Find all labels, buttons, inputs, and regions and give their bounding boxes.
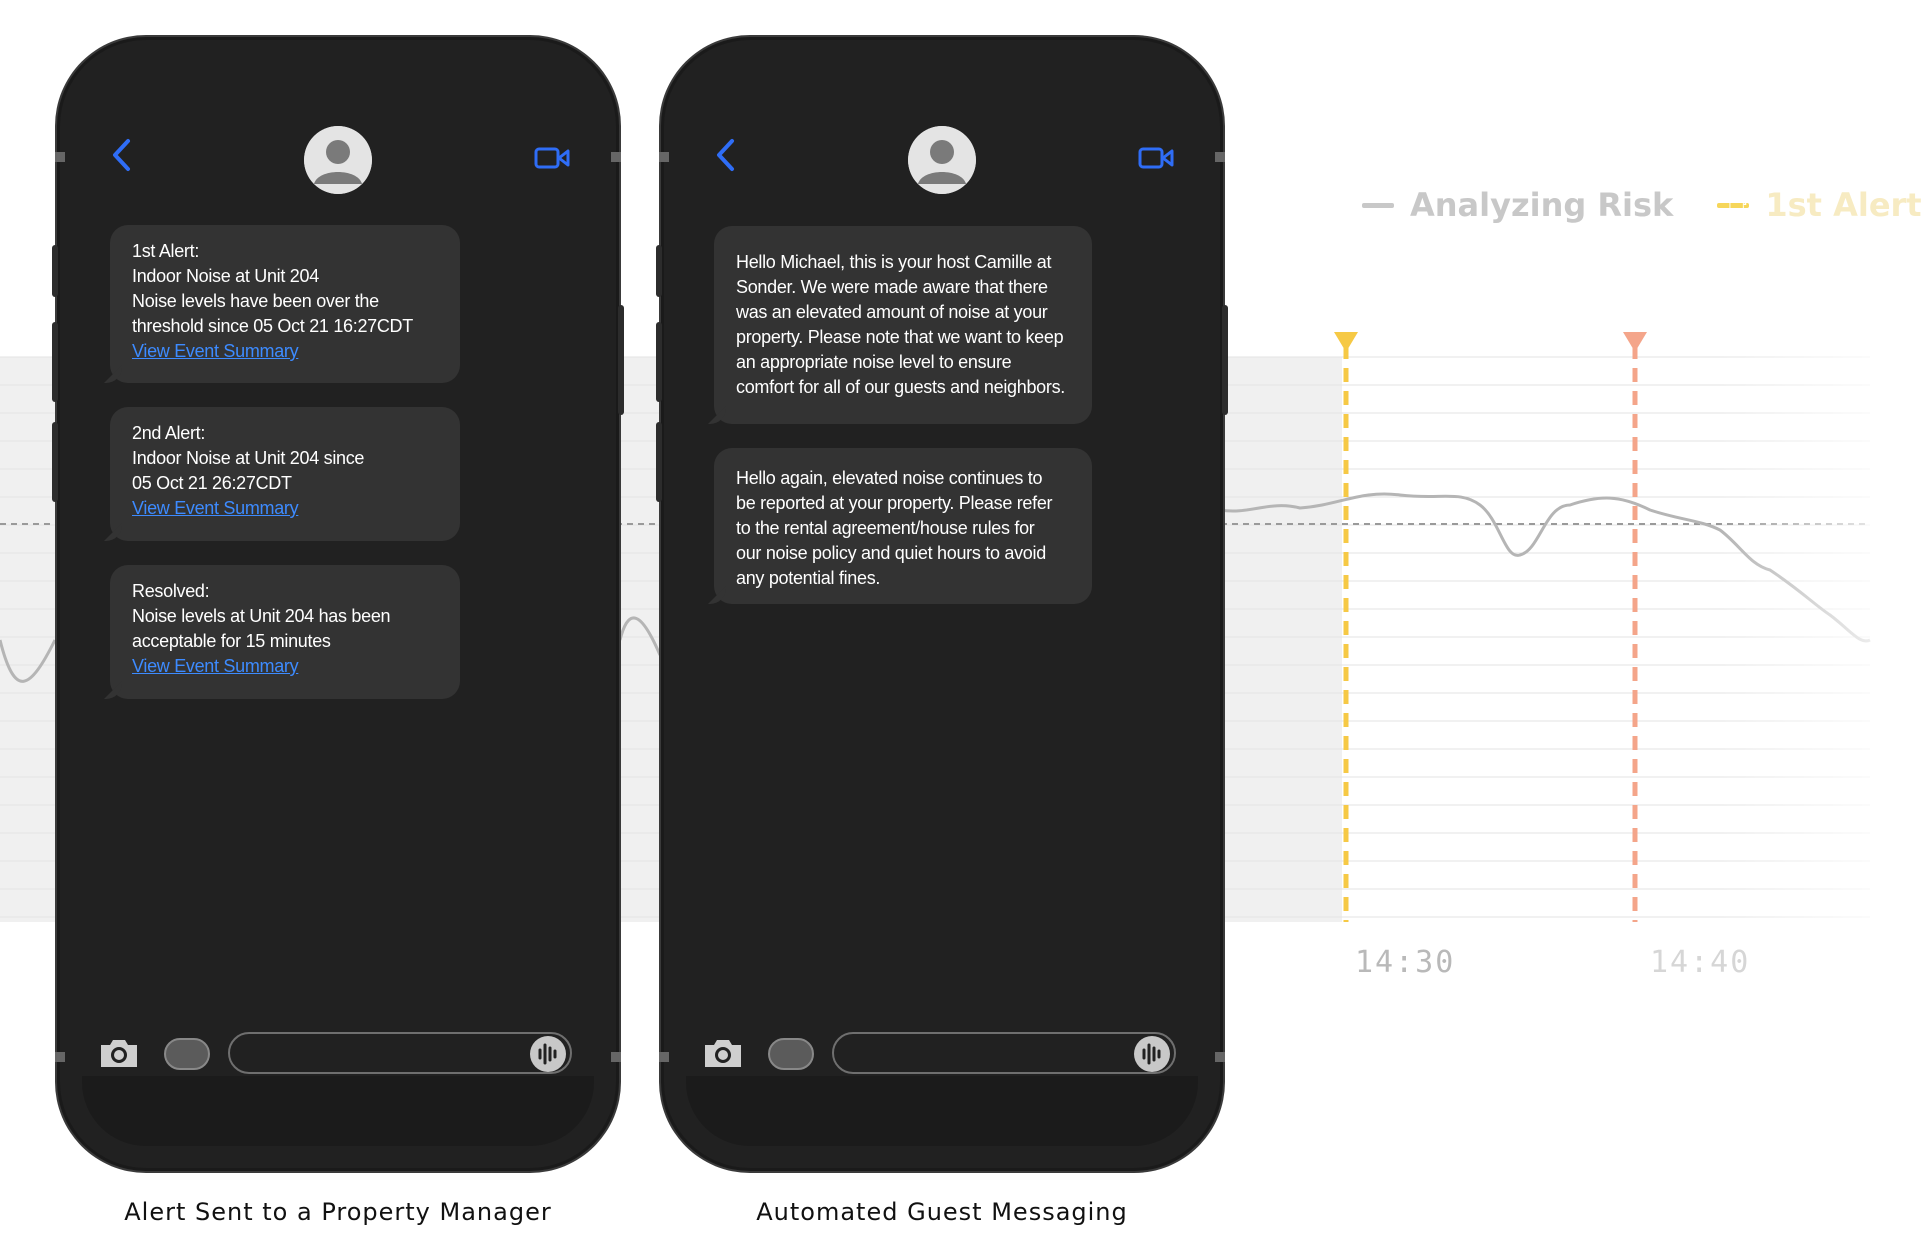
message-line: comfort for all of our guests and neighb… xyxy=(736,377,1065,397)
message-line: threshold since 05 Oct 21 16:27CDT xyxy=(132,316,413,336)
message-composer xyxy=(702,1032,1182,1080)
message-line: our noise policy and quiet hours to avoi… xyxy=(736,543,1046,563)
phone-side-button xyxy=(656,245,662,297)
message-line: 05 Oct 21 26:27CDT xyxy=(132,473,292,493)
bubble-tail xyxy=(104,523,122,541)
view-event-summary-link[interactable]: View Event Summary xyxy=(132,496,438,521)
bubble-tail xyxy=(104,365,122,383)
message-line: any potential fines. xyxy=(736,568,881,588)
audio-record-button[interactable] xyxy=(1134,1036,1170,1072)
video-call-icon[interactable] xyxy=(534,146,570,170)
message-bubble-second-alert: 2nd Alert: Indoor Noise at Unit 204 sinc… xyxy=(104,407,460,541)
view-event-summary-link[interactable]: View Event Summary xyxy=(132,339,438,364)
back-chevron-icon[interactable] xyxy=(714,138,736,172)
caption-property-manager: Alert Sent to a Property Manager xyxy=(124,1198,552,1226)
phone-side-button xyxy=(1222,305,1228,415)
view-event-summary-link[interactable]: View Event Summary xyxy=(132,654,438,679)
selection-handle xyxy=(55,1052,65,1062)
legend-swatch-analyzing-risk xyxy=(1362,202,1394,208)
message-bubble-first-notice: Hello Michael, this is your host Camille… xyxy=(708,226,1092,424)
phone-side-button xyxy=(52,422,58,502)
waveform-icon xyxy=(538,1043,557,1065)
bubble-tail xyxy=(708,406,726,424)
phone-side-button xyxy=(656,322,662,402)
message-line: to the rental agreement/house rules for xyxy=(736,518,1035,538)
audio-record-button[interactable] xyxy=(530,1036,566,1072)
time-label-1430: 14:30 xyxy=(1355,945,1456,980)
phone-side-button xyxy=(618,305,624,415)
home-indicator-area xyxy=(82,1076,594,1146)
conversation-header xyxy=(664,86,1220,194)
camera-icon[interactable] xyxy=(702,1036,744,1070)
person-icon xyxy=(304,126,372,194)
apps-toggle-icon[interactable] xyxy=(768,1038,814,1070)
phone-side-button xyxy=(52,322,58,402)
message-line: Resolved: xyxy=(132,581,210,601)
camera-icon[interactable] xyxy=(98,1036,140,1070)
time-label-1440: 14:40 xyxy=(1650,945,1751,980)
message-line: Indoor Noise at Unit 204 since xyxy=(132,448,365,468)
selection-handle xyxy=(659,1052,669,1062)
selection-handle xyxy=(611,1052,621,1062)
message-line: Noise levels at Unit 204 has been xyxy=(132,606,391,626)
message-line: an appropriate noise level to ensure xyxy=(736,352,1012,372)
conversation-header xyxy=(60,86,616,194)
message-bubble-first-alert: 1st Alert: Indoor Noise at Unit 204 Nois… xyxy=(104,225,460,383)
chart-legend: Analyzing Risk 1st Alert xyxy=(1362,186,1922,224)
message-input[interactable] xyxy=(832,1032,1176,1074)
contact-avatar[interactable] xyxy=(304,126,372,194)
legend-swatch-first-alert xyxy=(1717,202,1750,208)
message-line: 2nd Alert: xyxy=(132,423,206,443)
phone-property-manager: 1st Alert: Indoor Noise at Unit 204 Nois… xyxy=(52,40,624,1168)
selection-handle xyxy=(1215,1052,1225,1062)
legend-label: 1st Alert xyxy=(1765,186,1922,224)
video-call-icon[interactable] xyxy=(1138,146,1174,170)
person-icon xyxy=(908,126,976,194)
message-bubble-resolved: Resolved: Noise levels at Unit 204 has b… xyxy=(104,565,460,699)
phone-guest-messaging: Hello Michael, this is your host Camille… xyxy=(656,40,1228,1168)
bubble-tail xyxy=(104,681,122,699)
message-line: Hello Michael, this is your host Camille… xyxy=(736,252,1052,272)
waveform-icon xyxy=(1142,1043,1161,1065)
message-line: acceptable for 15 minutes xyxy=(132,631,331,651)
message-line: Sonder. We were made aware that there xyxy=(736,277,1048,297)
message-line: property. Please note that we want to ke… xyxy=(736,327,1064,347)
message-composer xyxy=(98,1032,578,1080)
phone-side-button xyxy=(52,245,58,297)
message-line: be reported at your property. Please ref… xyxy=(736,493,1053,513)
caption-guest-messaging: Automated Guest Messaging xyxy=(756,1198,1128,1226)
message-line: Hello again, elevated noise continues to xyxy=(736,468,1043,488)
first-alert-marker-head xyxy=(1334,332,1358,352)
legend-label: Analyzing Risk xyxy=(1410,186,1674,224)
message-line: 1st Alert: xyxy=(132,241,200,261)
legend-item-analyzing-risk: Analyzing Risk xyxy=(1362,186,1673,224)
back-chevron-icon[interactable] xyxy=(110,138,132,172)
contact-avatar[interactable] xyxy=(908,126,976,194)
home-indicator-area xyxy=(686,1076,1198,1146)
phone-side-button xyxy=(656,422,662,502)
message-line: Noise levels have been over the xyxy=(132,291,379,311)
message-line: Indoor Noise at Unit 204 xyxy=(132,266,319,286)
message-input[interactable] xyxy=(228,1032,572,1074)
second-alert-marker-head xyxy=(1623,332,1647,352)
bubble-tail xyxy=(708,586,726,604)
message-line: was an elevated amount of noise at your xyxy=(736,302,1048,322)
apps-toggle-icon[interactable] xyxy=(164,1038,210,1070)
message-bubble-second-notice: Hello again, elevated noise continues to… xyxy=(708,448,1092,604)
legend-item-first-alert: 1st Alert xyxy=(1717,186,1922,224)
